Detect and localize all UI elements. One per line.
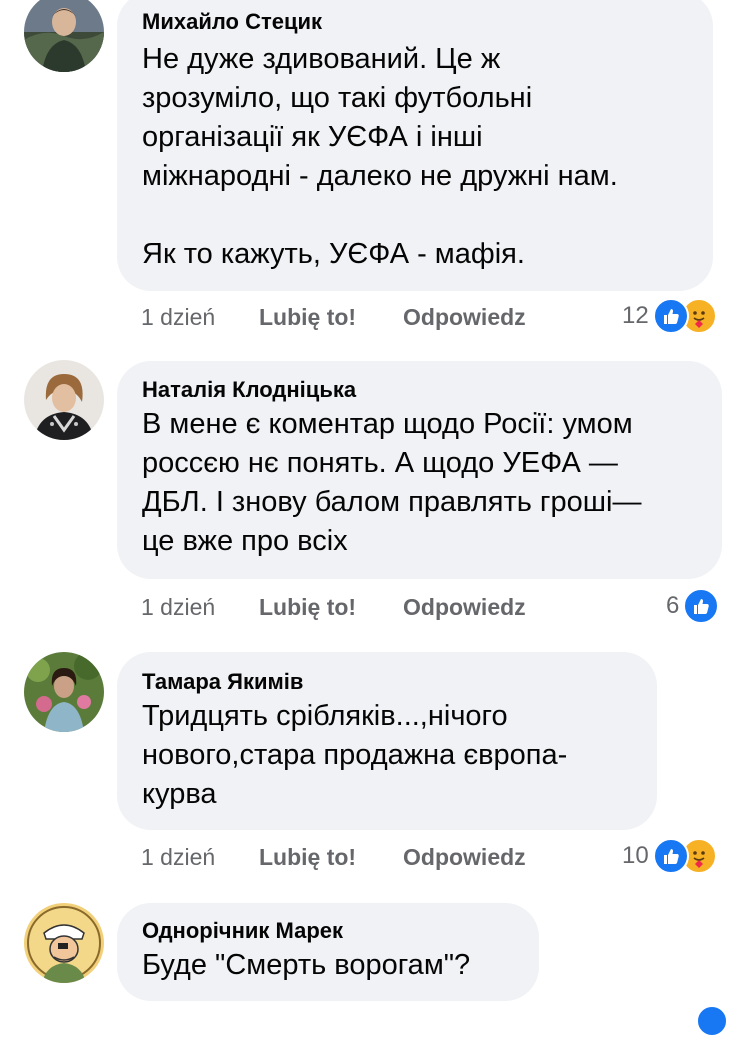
reaction-summary: [696, 1004, 728, 1038]
reaction-summary[interactable]: 10: [622, 838, 717, 874]
comment-timestamp[interactable]: 1 dzień: [141, 593, 215, 621]
like-button[interactable]: Lubię to!: [259, 593, 356, 621]
comment-author[interactable]: Однорічник Марек: [142, 918, 515, 944]
like-icon: [683, 588, 720, 624]
avatar[interactable]: [24, 360, 104, 440]
reaction-count: 10: [622, 842, 649, 869]
like-icon: [696, 1005, 728, 1037]
like-icon: [652, 298, 689, 334]
reaction-count: 6: [666, 592, 680, 619]
avatar[interactable]: [24, 903, 104, 983]
like-button[interactable]: Lubię to!: [259, 303, 356, 331]
comment-bubble: Однорічник Марек Буде "Смерть ворогам"?: [117, 903, 539, 1001]
comment-text: Буде "Смерть ворогам"?: [142, 949, 471, 981]
reply-button[interactable]: Odpowiedz: [403, 303, 526, 331]
like-button[interactable]: Lubię to!: [259, 843, 356, 871]
comment-text: Не дуже здивований. Це ж зрозуміло, що т…: [142, 43, 618, 270]
reaction-count: 12: [622, 302, 649, 329]
comment-author[interactable]: Тамара Якимів: [142, 669, 633, 695]
comment-text: Тридцять срібляків...,нічого нового,стар…: [142, 700, 568, 810]
reaction-summary[interactable]: 6: [666, 588, 720, 624]
reply-button[interactable]: Odpowiedz: [403, 843, 526, 871]
comment-text: В мене є коментар щодо Росії: умом россє…: [142, 408, 642, 557]
avatar[interactable]: [24, 0, 104, 72]
reply-button[interactable]: Odpowiedz: [403, 593, 526, 621]
reaction-summary[interactable]: 12: [622, 298, 717, 334]
like-icon: [652, 838, 689, 874]
comment-bubble: Наталія Клодніцька В мене є коментар щод…: [117, 361, 722, 579]
comment-bubble: Михайло Стецик Не дуже здивований. Це ж …: [117, 0, 713, 291]
comment-author[interactable]: Наталія Клодніцька: [142, 377, 698, 403]
comment-timestamp[interactable]: 1 dzień: [141, 843, 215, 871]
comment-timestamp[interactable]: 1 dzień: [141, 303, 215, 331]
comment-bubble: Тамара Якимів Тридцять срібляків...,нічо…: [117, 652, 657, 830]
avatar[interactable]: [24, 652, 104, 732]
comment-author[interactable]: Михайло Стецик: [142, 9, 689, 35]
